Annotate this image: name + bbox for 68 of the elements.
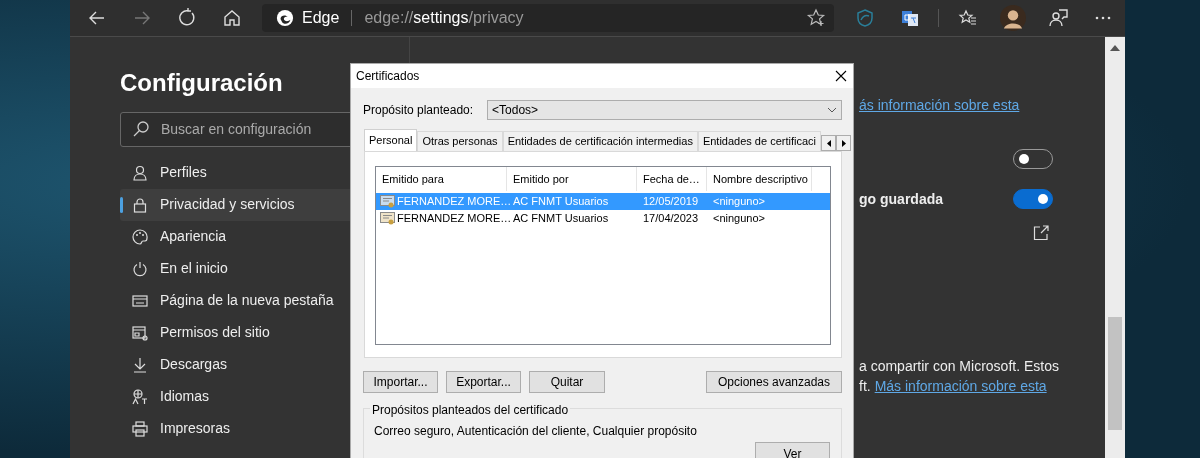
close-icon[interactable] [835,70,847,82]
dialog-tab[interactable]: Entidades de certificaci [697,131,821,151]
table-cell-text: FERNANDEZ MORE… [397,211,512,227]
sidebar-item[interactable]: Permisos del sitio [120,316,390,349]
certificate-icon [380,194,396,209]
site-label: Edge [302,8,340,28]
new-tab-page-icon [132,292,148,309]
add-favorite-icon[interactable] [806,8,826,28]
certificate-icon [380,211,396,226]
arrow-left-icon [826,139,831,147]
setting-label: go guardada [859,189,943,209]
avatar-icon[interactable] [999,5,1026,31]
dialog-title: Certificados [356,68,420,85]
table-cell-text: FERNANDEZ MORE… [397,194,512,210]
toggle-switch[interactable] [1013,189,1053,209]
dialog-button[interactable]: Quitar [529,371,605,393]
purposes-text: Correo seguro, Autenticación del cliente, Cualquier propósito [374,423,698,440]
site-permissions-icon [132,324,148,341]
search-icon [132,119,150,138]
external-link-icon[interactable] [1033,225,1049,241]
description-text: ft. [859,377,871,396]
column-header[interactable]: Emitido por [507,167,637,191]
tab-scroll-right-button[interactable] [836,135,851,151]
purpose-dropdown[interactable]: <Todos> [487,100,842,120]
dialog-button[interactable]: Exportar... [446,371,521,393]
table-cell: <ninguno> [713,212,765,225]
download-icon [132,356,148,373]
power-icon [132,260,148,277]
lock-icon [132,196,148,213]
sidebar-item[interactable]: En el inicio [120,252,390,285]
table-cell: <ninguno> [713,195,765,208]
scrollbar[interactable] [1105,37,1125,458]
column-header[interactable]: Fecha de… [637,167,707,191]
learn-more-link[interactable]: ás información sobre esta [859,97,1020,113]
table-cell: 17/04/2023 [643,212,699,225]
table-cell: 12/05/2019 [643,195,699,208]
column-header[interactable]: Emitido para [376,167,507,191]
scrollbar-thumb[interactable] [1108,317,1122,430]
description-text: a compartir con Microsoft. Estos [859,357,1060,376]
advanced-options-button[interactable]: Opciones avanzadas [706,371,842,393]
view-button[interactable]: Ver [755,442,830,458]
languages-icon [132,388,148,405]
sidebar-item[interactable]: Página de la nueva pestaña [120,284,390,317]
table-cell: AC FNMT Usuarios [513,195,609,208]
printer-icon [132,420,148,437]
learn-more-link[interactable]: Más información sobre esta [874,376,1047,396]
column-header[interactable]: Nombre descriptivo [707,167,812,191]
url-text: edge://settings/privacy [364,8,524,28]
page-title: Configuración [120,69,283,98]
feedback-icon[interactable] [1047,8,1068,28]
favorites-icon[interactable] [957,8,978,28]
refresh-icon[interactable] [176,8,197,28]
chevron-down-icon[interactable] [827,107,837,113]
table-cell: AC FNMT Usuarios [513,212,609,225]
scroll-up-icon[interactable] [1110,45,1120,51]
browser-logo-icon [276,9,294,27]
dialog-button[interactable]: Importar... [363,371,438,393]
translate-icon[interactable] [899,8,920,28]
palette-icon [132,228,148,245]
dialog-tab[interactable]: Personal [364,129,418,151]
shield-icon[interactable] [854,8,875,28]
person-icon [132,164,148,181]
arrow-right-icon [841,139,846,147]
tab-scroll-left-button[interactable] [821,135,836,151]
dialog-tab[interactable]: Otras personas [417,131,503,151]
home-icon[interactable] [221,8,242,28]
address-bar[interactable]: Edge edge://settings/privacy [262,4,834,32]
dialog-tab[interactable]: Entidades de certificación intermedias [502,131,698,151]
